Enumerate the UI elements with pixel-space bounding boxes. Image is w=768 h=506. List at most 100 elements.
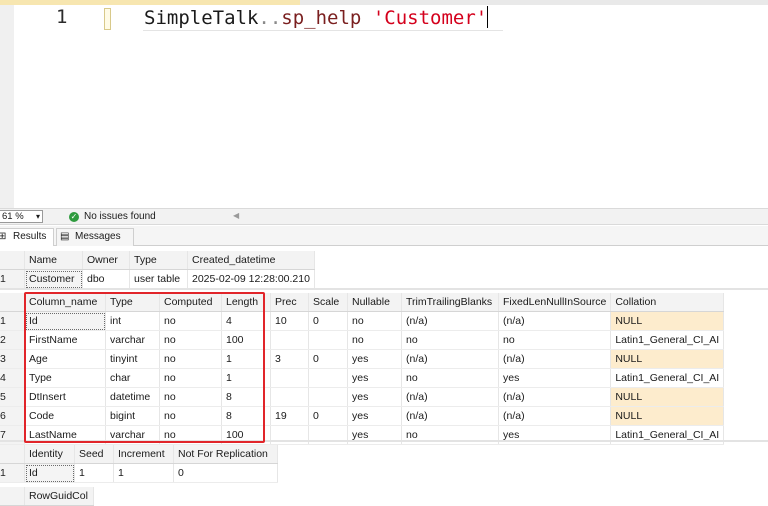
- table-cell[interactable]: (n/a): [401, 406, 499, 426]
- col-header[interactable]: Computed: [159, 293, 222, 312]
- col-header[interactable]: Column_name: [24, 293, 106, 312]
- table-cell[interactable]: [270, 368, 309, 388]
- identity-grid[interactable]: Identity Seed Increment Not For Replicat…: [0, 445, 278, 483]
- col-header[interactable]: Not For Replication: [173, 445, 278, 464]
- col-header[interactable]: TrimTrailingBlanks: [401, 293, 499, 312]
- col-header[interactable]: Name: [24, 251, 83, 270]
- row-number[interactable]: 5: [0, 387, 25, 407]
- table-cell[interactable]: (n/a): [498, 349, 612, 369]
- col-header[interactable]: RowGuidCol: [24, 487, 94, 506]
- table-cell[interactable]: Latin1_General_CI_AI: [610, 330, 725, 350]
- table-cell[interactable]: 10: [270, 311, 309, 331]
- table-cell[interactable]: Code: [24, 406, 106, 426]
- table-cell[interactable]: no: [159, 349, 222, 369]
- table-cell[interactable]: no: [401, 368, 499, 388]
- table-cell[interactable]: 0: [173, 463, 278, 483]
- table-cell[interactable]: (n/a): [498, 311, 612, 331]
- row-number[interactable]: 3: [0, 349, 25, 369]
- table-cell[interactable]: Age: [24, 349, 106, 369]
- col-header[interactable]: Scale: [308, 293, 348, 312]
- scroll-left-arrow-icon[interactable]: ◀: [233, 211, 239, 220]
- table-cell[interactable]: (n/a): [401, 311, 499, 331]
- table-cell[interactable]: no: [347, 311, 402, 331]
- col-header[interactable]: Owner: [82, 251, 130, 270]
- table-row[interactable]: 3 Age tinyint no 1 3 0 yes (n/a) (n/a) NULL: [0, 349, 725, 369]
- table-cell[interactable]: 0: [308, 406, 348, 426]
- col-header[interactable]: Collation: [610, 293, 725, 312]
- table-cell[interactable]: bigint: [105, 406, 160, 426]
- table-cell[interactable]: 1: [113, 463, 174, 483]
- col-header[interactable]: FixedLenNullInSource: [498, 293, 612, 312]
- table-cell[interactable]: 1: [74, 463, 114, 483]
- table-cell[interactable]: Latin1_General_CI_AI: [610, 368, 725, 388]
- table-cell[interactable]: tinyint: [105, 349, 160, 369]
- table-cell[interactable]: no: [159, 368, 222, 388]
- table-row[interactable]: 4 Type char no 1 yes no yes Latin1_General_CI_AI: [0, 368, 725, 388]
- table-cell[interactable]: NULL: [610, 349, 725, 369]
- table-cell[interactable]: no: [159, 406, 222, 426]
- col-header[interactable]: Seed: [74, 445, 114, 464]
- col-header[interactable]: Increment: [113, 445, 174, 464]
- col-header[interactable]: Nullable: [347, 293, 402, 312]
- col-header[interactable]: Identity: [24, 445, 75, 464]
- row-number[interactable]: 1: [0, 269, 25, 289]
- table-cell[interactable]: user table: [129, 269, 188, 289]
- col-header[interactable]: Length: [221, 293, 271, 312]
- table-cell[interactable]: [308, 368, 348, 388]
- table-cell[interactable]: NULL: [610, 406, 725, 426]
- table-cell[interactable]: 3: [270, 349, 309, 369]
- table-cell[interactable]: no: [159, 330, 222, 350]
- rowguidcol-grid[interactable]: RowGuidCol: [0, 487, 94, 506]
- table-cell[interactable]: yes: [347, 406, 402, 426]
- table-cell[interactable]: 8: [221, 387, 271, 407]
- tab-results[interactable]: ⊞ Results: [0, 228, 54, 247]
- table-cell[interactable]: datetime: [105, 387, 160, 407]
- results-pane[interactable]: Name Owner Type Created_datetime 1 Custo…: [0, 246, 768, 506]
- table-row[interactable]: 1 Customer dbo user table 2025-02-09 12:…: [0, 269, 315, 289]
- row-number[interactable]: 2: [0, 330, 25, 350]
- col-header[interactable]: Type: [105, 293, 160, 312]
- table-row[interactable]: 6 Code bigint no 8 19 0 yes (n/a) (n/a) NULL: [0, 406, 725, 426]
- table-cell[interactable]: 2025-02-09 12:28:00.210: [187, 269, 315, 289]
- table-cell[interactable]: 19: [270, 406, 309, 426]
- table-cell[interactable]: 8: [221, 406, 271, 426]
- table-cell[interactable]: dbo: [82, 269, 130, 289]
- table-cell[interactable]: 0: [308, 349, 348, 369]
- code-line[interactable]: SimpleTalk..sp_help 'Customer': [144, 6, 489, 29]
- table-cell[interactable]: [308, 330, 348, 350]
- table-cell[interactable]: 100: [221, 330, 271, 350]
- table-row[interactable]: 2 FirstName varchar no 100 no no no Latin1_Gener…: [0, 330, 725, 350]
- table-cell[interactable]: NULL: [610, 387, 725, 407]
- table-cell[interactable]: no: [498, 330, 612, 350]
- table-cell[interactable]: yes: [347, 368, 402, 388]
- table-cell[interactable]: yes: [498, 368, 612, 388]
- zoom-dropdown[interactable]: 61 % ▾: [0, 210, 43, 223]
- table-cell[interactable]: [308, 387, 348, 407]
- object-info-grid[interactable]: Name Owner Type Created_datetime 1 Custo…: [0, 251, 315, 289]
- table-cell[interactable]: Id: [24, 463, 75, 483]
- table-cell[interactable]: no: [159, 387, 222, 407]
- table-cell[interactable]: NULL: [610, 311, 725, 331]
- table-cell[interactable]: char: [105, 368, 160, 388]
- table-row[interactable]: 1 Id 1 1 0: [0, 463, 278, 483]
- table-cell[interactable]: yes: [347, 349, 402, 369]
- table-cell[interactable]: Customer: [24, 269, 83, 289]
- tab-messages[interactable]: ▤ Messages: [56, 228, 134, 246]
- table-cell[interactable]: Type: [24, 368, 106, 388]
- table-cell[interactable]: (n/a): [498, 387, 612, 407]
- table-cell[interactable]: (n/a): [498, 406, 612, 426]
- row-number[interactable]: 4: [0, 368, 25, 388]
- row-number[interactable]: 6: [0, 406, 25, 426]
- row-number[interactable]: 1: [0, 311, 25, 331]
- table-cell[interactable]: (n/a): [401, 349, 499, 369]
- table-cell[interactable]: FirstName: [24, 330, 106, 350]
- table-cell[interactable]: [270, 330, 309, 350]
- table-cell[interactable]: 4: [221, 311, 271, 331]
- table-cell[interactable]: [270, 387, 309, 407]
- table-cell[interactable]: no: [159, 311, 222, 331]
- table-cell[interactable]: 0: [308, 311, 348, 331]
- table-cell[interactable]: 1: [221, 349, 271, 369]
- table-row[interactable]: 5 DtInsert datetime no 8 yes (n/a) (n/a) NULL: [0, 387, 725, 407]
- table-cell[interactable]: no: [347, 330, 402, 350]
- table-cell[interactable]: int: [105, 311, 160, 331]
